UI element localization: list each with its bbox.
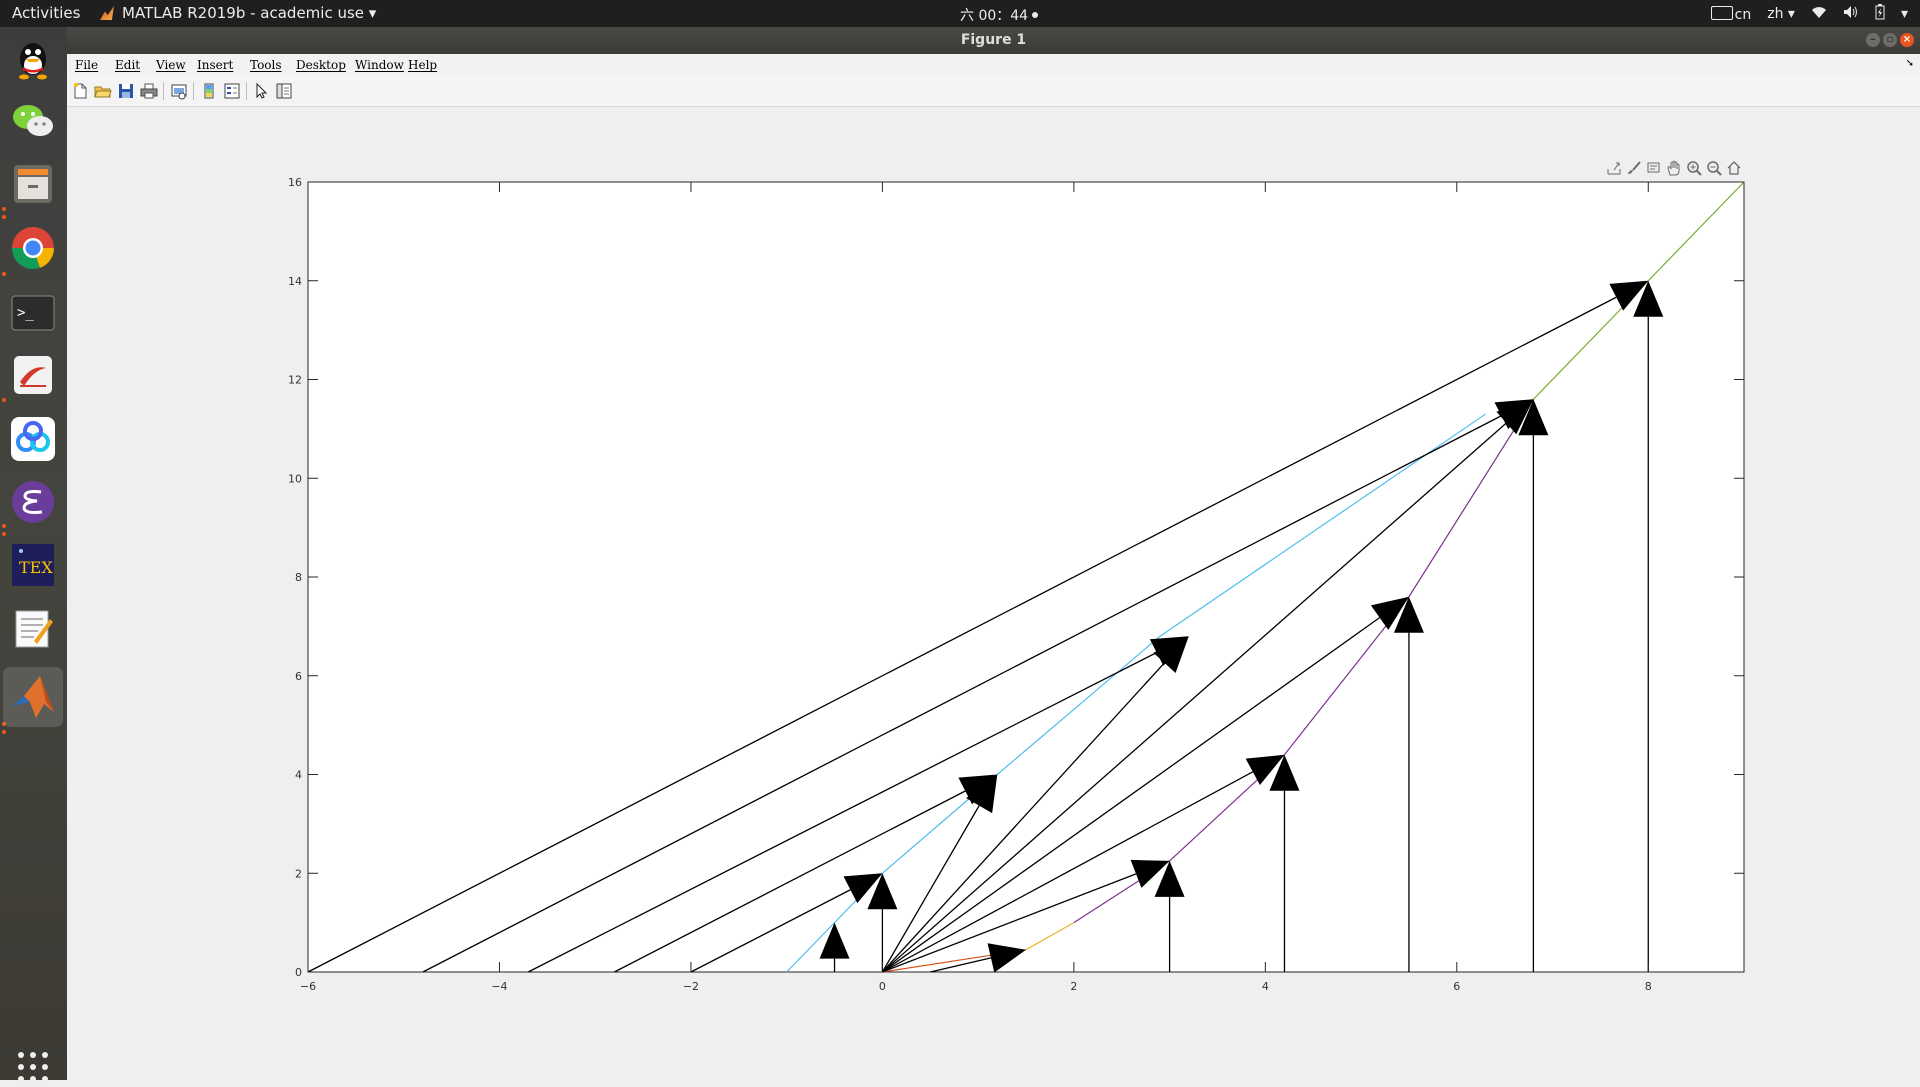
y-tick-label: 12 <box>288 374 302 387</box>
x-tick-label: 6 <box>1453 980 1460 993</box>
x-tick-label: 8 <box>1645 980 1652 993</box>
plot-axes[interactable]: −6 −4 −2 0 2 4 6 8 0 2 4 6 8 10 12 14 16 <box>0 0 1920 1080</box>
x-tick-label: −6 <box>300 980 316 993</box>
y-tick-label: 0 <box>295 966 302 979</box>
axes-box <box>307 181 1745 973</box>
y-tick-label: 16 <box>288 176 302 189</box>
y-tick-label: 2 <box>295 867 302 880</box>
y-tick-label: 8 <box>295 571 302 584</box>
x-tick-label: −4 <box>491 980 507 993</box>
y-tick-label: 4 <box>295 769 302 782</box>
x-tick-label: 0 <box>879 980 886 993</box>
x-tick-label: 2 <box>1070 980 1077 993</box>
y-tick-label: 6 <box>295 670 302 683</box>
x-tick-label: 4 <box>1262 980 1269 993</box>
x-tick-label: −2 <box>683 980 699 993</box>
y-tick-label: 10 <box>288 472 302 485</box>
y-tick-label: 14 <box>288 275 302 288</box>
